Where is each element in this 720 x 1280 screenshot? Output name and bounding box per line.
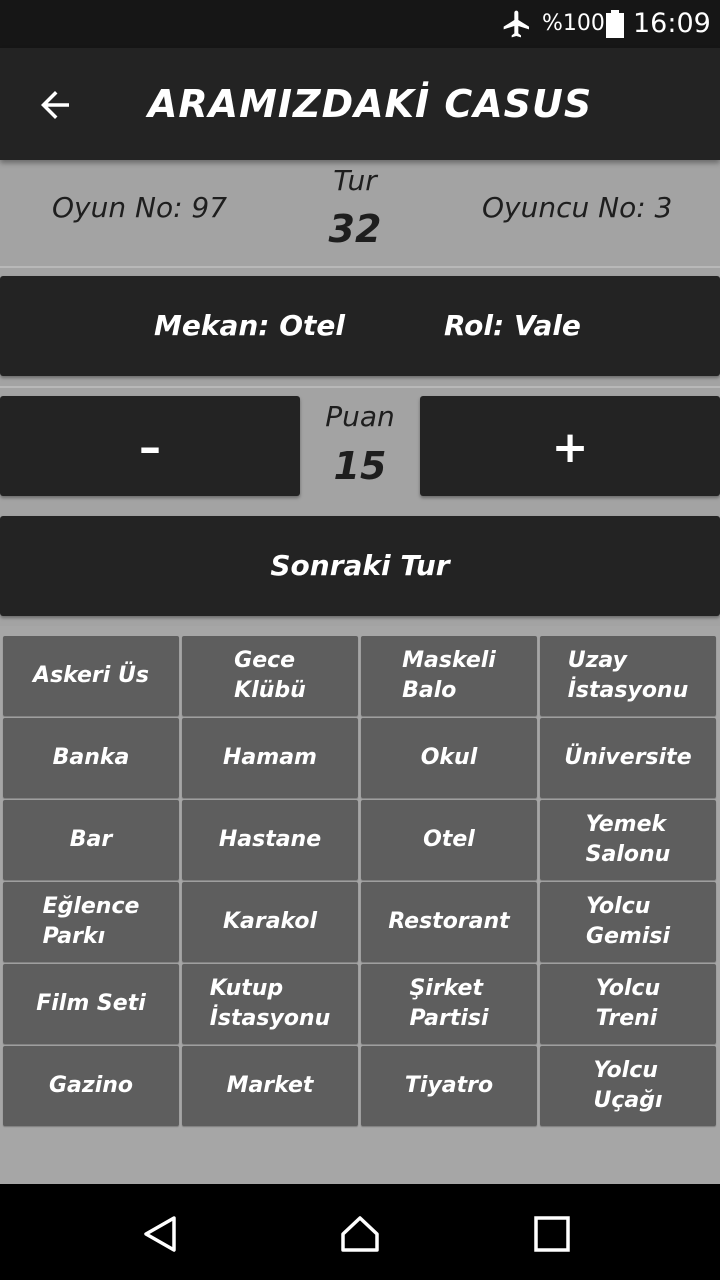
minus-label: –	[139, 422, 161, 473]
back-triangle-icon[interactable]	[140, 1214, 180, 1254]
location-label: Eğlence Parkı	[42, 894, 140, 949]
location-button[interactable]: Bar	[3, 800, 179, 880]
increase-score-button[interactable]: +	[420, 396, 720, 496]
location-button[interactable]: Banka	[3, 718, 179, 798]
location-label: Hastane	[218, 827, 322, 852]
location-button[interactable]: Yolcu Uçağı	[540, 1046, 716, 1126]
location-label: Banka	[52, 745, 130, 770]
page-title: ARAMIZDAKİ CASUS	[148, 82, 593, 126]
recent-apps-icon[interactable]	[532, 1214, 572, 1254]
location-button[interactable]: Eğlence Parkı	[3, 882, 179, 962]
location-button[interactable]: Uzay İstasyonu	[540, 636, 716, 716]
location-label: Maskeli Balo	[402, 648, 496, 703]
location-label: Bar	[69, 827, 113, 852]
location-label: Restorant	[388, 909, 510, 934]
location-label: Hamam	[223, 745, 317, 770]
location-button[interactable]: Film Seti	[3, 964, 179, 1044]
location-label: Şirket Partisi	[409, 976, 489, 1031]
role-card: Mekan: Otel Rol: Vale	[0, 276, 720, 376]
arrow-left-icon[interactable]	[34, 84, 76, 126]
airplane-mode-icon	[503, 10, 529, 38]
location-button[interactable]: Askeri Üs	[3, 636, 179, 716]
location-button[interactable]: Kutup İstasyonu	[182, 964, 358, 1044]
location-label: Karakol	[222, 909, 318, 934]
place-text: Mekan: Otel	[154, 309, 346, 342]
divider	[0, 386, 720, 388]
location-button[interactable]: Otel	[361, 800, 537, 880]
battery-full-icon	[606, 10, 624, 38]
location-label: Askeri Üs	[33, 663, 149, 688]
location-button[interactable]: Üniversite	[540, 718, 716, 798]
location-button[interactable]: Karakol	[182, 882, 358, 962]
round-value: 32	[328, 207, 382, 251]
location-button[interactable]: Şirket Partisi	[361, 964, 537, 1044]
location-button[interactable]: Maskeli Balo	[361, 636, 537, 716]
location-label: Market	[226, 1073, 314, 1098]
location-button[interactable]: Okul	[361, 718, 537, 798]
location-label: Yolcu Gemisi	[585, 894, 671, 949]
location-label: Yolcu Uçağı	[593, 1058, 663, 1113]
locations-grid: Askeri Üs Gece Klübü Maskeli Balo Uzay İ…	[3, 636, 716, 1126]
location-label: Otel	[423, 827, 475, 852]
score-label: Puan	[325, 400, 395, 433]
location-button[interactable]: Yemek Salonu	[540, 800, 716, 880]
plus-label: +	[551, 422, 589, 473]
game-number: Oyun No: 97	[52, 191, 228, 224]
location-label: Tiyatro	[404, 1073, 494, 1098]
navigation-bar	[0, 1184, 720, 1280]
locations-panel: Askeri Üs Gece Klübü Maskeli Balo Uzay İ…	[0, 626, 720, 1184]
game-info-row: Oyun No: 97 Tur 32 Oyuncu No: 3	[0, 160, 720, 266]
next-round-button[interactable]: Sonraki Tur	[0, 516, 720, 616]
battery-percentage: %100	[542, 11, 605, 36]
location-button[interactable]: Hamam	[182, 718, 358, 798]
status-clock: 16:09	[633, 8, 711, 39]
location-label: Uzay İstasyonu	[567, 648, 689, 703]
location-label: Üniversite	[564, 745, 692, 770]
location-label: Okul	[420, 745, 478, 770]
location-label: Yemek Salonu	[585, 812, 671, 867]
player-number: Oyuncu No: 3	[482, 191, 673, 224]
location-button[interactable]: Restorant	[361, 882, 537, 962]
location-button[interactable]: Market	[182, 1046, 358, 1126]
status-bar: %100 16:09	[0, 0, 720, 48]
location-label: Kutup İstasyonu	[209, 976, 331, 1031]
location-button[interactable]: Yolcu Gemisi	[540, 882, 716, 962]
next-round-label: Sonraki Tur	[270, 549, 450, 582]
decrease-score-button[interactable]: –	[0, 396, 300, 496]
location-label: Gece Klübü	[234, 648, 306, 703]
location-button[interactable]: Gazino	[3, 1046, 179, 1126]
location-label: Film Seti	[36, 991, 146, 1016]
location-button[interactable]: Hastane	[182, 800, 358, 880]
location-button[interactable]: Yolcu Treni	[540, 964, 716, 1044]
home-icon[interactable]	[340, 1214, 380, 1254]
location-label: Yolcu Treni	[595, 976, 661, 1031]
app-bar: ARAMIZDAKİ CASUS	[0, 48, 720, 160]
screen: %100 16:09 ARAMIZDAKİ CASUS Oyun No: 97 …	[0, 0, 720, 1280]
divider	[0, 266, 720, 268]
role-text: Rol: Vale	[444, 309, 581, 342]
round-label: Tur	[333, 164, 377, 197]
location-button[interactable]: Tiyatro	[361, 1046, 537, 1126]
location-button[interactable]: Gece Klübü	[182, 636, 358, 716]
location-label: Gazino	[48, 1073, 134, 1098]
score-value: 15	[333, 444, 387, 488]
